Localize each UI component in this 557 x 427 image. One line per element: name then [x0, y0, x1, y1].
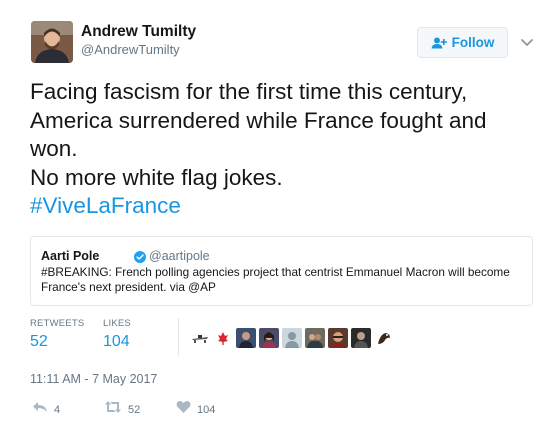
- liker-avatar[interactable]: [351, 328, 371, 348]
- retweet-button[interactable]: 52: [104, 400, 140, 419]
- tweet-line: America surrendered while France fought …: [30, 107, 487, 133]
- reply-button[interactable]: 4: [32, 400, 60, 419]
- tweet-line: Facing fascism for the first time this c…: [30, 79, 468, 104]
- author-handle[interactable]: @AndrewTumilty: [81, 42, 180, 57]
- liker-avatars: [190, 328, 394, 348]
- retweet-icon: [104, 400, 122, 419]
- retweets-count[interactable]: 52: [30, 333, 84, 351]
- stats-divider: [178, 318, 179, 356]
- tweet-timestamp[interactable]: 11:11 AM - 7 May 2017: [30, 372, 157, 386]
- liker-avatar[interactable]: [259, 328, 279, 348]
- follow-button-label: Follow: [451, 35, 495, 50]
- likes-count[interactable]: 104: [103, 333, 131, 351]
- quoted-author-handle: @aartipole: [149, 249, 210, 263]
- liker-avatar[interactable]: [374, 328, 394, 348]
- retweets-stat[interactable]: RETWEETS 52: [30, 318, 84, 351]
- verified-badge-icon: [134, 250, 146, 263]
- quoted-tweet-text: #BREAKING: French polling agencies proje…: [41, 265, 510, 294]
- liker-avatar[interactable]: [282, 328, 302, 348]
- retweets-label: RETWEETS: [30, 318, 85, 329]
- like-button[interactable]: 104: [176, 400, 215, 419]
- reply-count: 4: [54, 403, 61, 416]
- author-avatar[interactable]: [31, 21, 73, 63]
- likes-label: LIKES: [103, 318, 131, 329]
- tweet-line: No more white flag jokes.: [30, 164, 283, 190]
- liker-avatar[interactable]: [305, 328, 325, 348]
- quoted-author-name: Aarti Pole: [41, 249, 100, 263]
- heart-icon: [176, 400, 191, 419]
- tweet-text: Facing fascism for the first time this c…: [30, 78, 550, 221]
- retweet-count: 52: [128, 403, 141, 416]
- liker-avatar[interactable]: [236, 328, 256, 348]
- liker-avatar[interactable]: [213, 328, 233, 348]
- author-name[interactable]: Andrew Tumilty: [81, 23, 196, 41]
- tweet-line: won.: [30, 136, 78, 161]
- like-count: 104: [197, 403, 216, 416]
- hashtag-link[interactable]: #ViveLaFrance: [30, 192, 550, 221]
- liker-avatar[interactable]: [190, 328, 210, 348]
- chevron-down-icon[interactable]: [519, 34, 535, 50]
- liker-avatar[interactable]: [328, 328, 348, 348]
- reply-icon: [32, 400, 48, 419]
- add-user-icon: [431, 37, 447, 49]
- likes-stat[interactable]: LIKES 104: [103, 318, 131, 351]
- quoted-tweet-card[interactable]: Aarti Pole @aartipole #BREAKING: French …: [30, 236, 533, 306]
- follow-button[interactable]: Follow: [417, 27, 508, 58]
